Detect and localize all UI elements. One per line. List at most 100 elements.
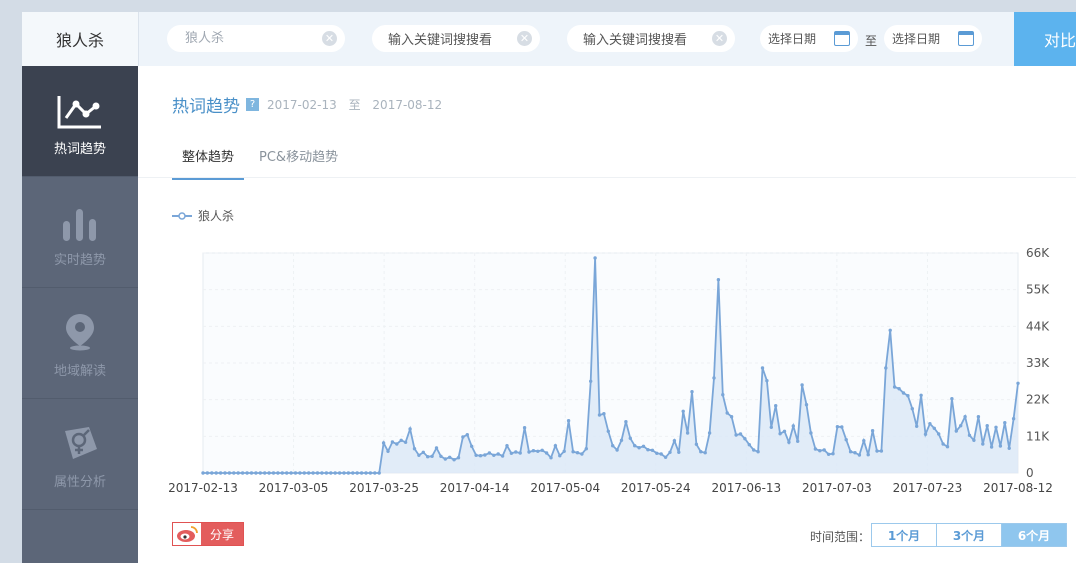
range-6-month-button[interactable]: 6个月 <box>1001 523 1067 547</box>
data-point <box>597 413 602 417</box>
compare-button[interactable]: 对比 <box>1014 12 1076 66</box>
sidebar: 热词趋势 实时趋势 地域解读 属性分析 <box>22 66 138 563</box>
data-point <box>985 424 989 428</box>
x-tick-label: 2017-04-14 <box>440 481 510 495</box>
data-point <box>734 433 738 437</box>
data-point <box>615 448 619 452</box>
data-point <box>584 447 588 451</box>
sidebar-item-label: 属性分析 <box>53 474 106 490</box>
data-point <box>236 471 240 475</box>
data-point <box>214 471 218 475</box>
data-point <box>619 438 624 442</box>
y-tick-label: 33K <box>1026 356 1050 370</box>
tab-pc-mobile-trend[interactable]: PC&移动趋势 <box>249 138 348 180</box>
data-point <box>280 471 284 475</box>
data-point <box>289 471 293 475</box>
calendar-icon[interactable] <box>958 31 974 46</box>
data-point <box>787 440 791 444</box>
weibo-share-button[interactable]: 分享 <box>172 522 244 546</box>
data-point <box>496 452 500 456</box>
data-point <box>575 451 580 455</box>
data-point <box>1003 421 1007 425</box>
data-point <box>650 448 655 452</box>
data-point <box>646 448 650 452</box>
range-1-month-button[interactable]: 1个月 <box>871 523 937 547</box>
data-point <box>747 443 751 447</box>
help-icon[interactable]: ? <box>246 98 259 111</box>
y-tick-label: 22K <box>1026 393 1050 407</box>
data-point <box>663 455 668 459</box>
data-point <box>522 426 527 430</box>
data-point <box>500 454 505 458</box>
keyword-placeholder-2: 输入关键词搜搜看 <box>388 33 493 48</box>
start-date-picker[interactable]: 选择日期 <box>760 25 858 52</box>
data-point <box>963 415 967 419</box>
data-point <box>527 450 531 454</box>
data-point <box>954 429 958 433</box>
data-point <box>302 471 306 475</box>
data-point <box>395 442 399 446</box>
sidebar-item-attributes[interactable]: 属性分析 <box>22 399 138 510</box>
data-point <box>276 471 280 475</box>
keyword-search-input-1[interactable] <box>183 30 307 47</box>
data-point <box>822 448 826 452</box>
data-point <box>544 451 549 455</box>
sidebar-item-region[interactable]: 地域解读 <box>22 288 138 399</box>
y-tick-label: 11K <box>1026 429 1050 443</box>
data-point <box>514 450 518 454</box>
data-point <box>443 457 447 461</box>
data-point <box>373 471 377 475</box>
bar-chart-icon <box>60 197 100 241</box>
data-point <box>778 432 782 436</box>
data-point <box>818 449 822 453</box>
sidebar-item-hot-trend[interactable]: 热词趋势 <box>22 66 138 177</box>
tab-overall-trend[interactable]: 整体趋势 <box>172 138 245 180</box>
data-point <box>703 451 707 455</box>
data-point <box>381 441 386 445</box>
keyword-input-2[interactable]: 输入关键词搜搜看 ✕ <box>372 25 540 52</box>
clear-icon[interactable]: ✕ <box>712 31 727 46</box>
clear-icon[interactable]: ✕ <box>517 31 532 46</box>
clear-icon[interactable]: ✕ <box>322 31 337 46</box>
data-point <box>694 442 699 446</box>
keyword-input-3[interactable]: 输入关键词搜搜看 ✕ <box>567 25 735 52</box>
x-tick-label: 2017-02-13 <box>168 481 238 495</box>
x-tick-label: 2017-07-03 <box>802 481 872 495</box>
data-point <box>835 425 840 429</box>
chart-legend[interactable]: 狼人杀 <box>172 207 234 224</box>
data-point <box>320 471 324 475</box>
data-point <box>337 471 342 475</box>
data-point <box>844 438 848 442</box>
calendar-icon[interactable] <box>834 31 850 46</box>
sidebar-item-realtime-trend[interactable]: 实时趋势 <box>22 177 138 288</box>
data-point <box>417 453 421 457</box>
data-point <box>804 403 809 407</box>
data-point <box>932 426 936 430</box>
data-point <box>685 431 690 435</box>
data-point <box>223 471 227 475</box>
data-point <box>1007 446 1011 450</box>
data-point <box>866 453 870 457</box>
data-point <box>470 444 474 448</box>
data-point <box>774 404 778 408</box>
data-point <box>813 447 818 451</box>
data-point <box>994 425 998 429</box>
data-point <box>298 471 302 475</box>
data-point <box>641 444 646 448</box>
data-point <box>474 453 478 457</box>
data-point <box>769 425 773 429</box>
data-point <box>505 444 509 448</box>
data-point <box>915 424 919 428</box>
app-logo-title[interactable]: 狼人杀 <box>22 12 139 66</box>
data-point <box>271 471 276 475</box>
data-point <box>668 450 672 454</box>
time-range-label: 时间范围： <box>810 530 871 544</box>
start-date-label: 选择日期 <box>768 32 817 46</box>
tab-bar: 整体趋势 PC&移动趋势 <box>172 138 353 180</box>
data-point <box>716 278 721 282</box>
keyword-input-1[interactable]: ✕ <box>167 25 345 52</box>
data-point <box>870 429 875 433</box>
end-date-picker[interactable]: 选择日期 <box>884 25 982 52</box>
data-point <box>862 439 866 443</box>
range-3-month-button[interactable]: 3个月 <box>936 523 1002 547</box>
